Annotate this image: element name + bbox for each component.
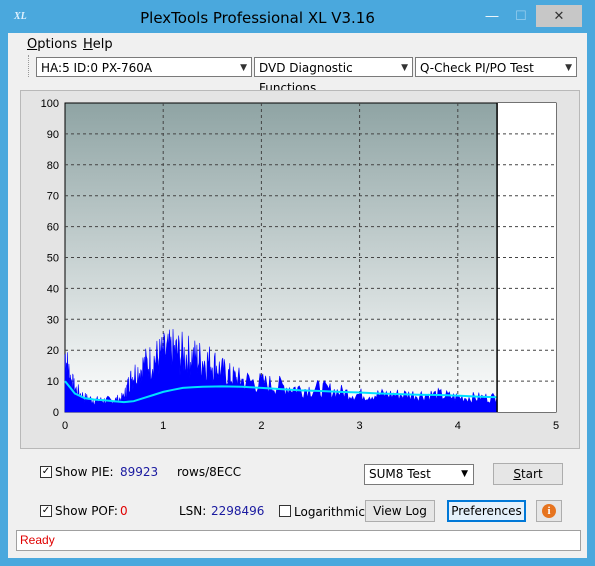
menu-help[interactable]: Help [83, 37, 113, 52]
pi-chart: 0 10 20 30 40 50 60 70 80 90 100 0 1 2 3 4 5 [41, 98, 559, 432]
menu-help-accel: H [83, 37, 93, 52]
logarithmic-checkbox[interactable] [279, 505, 291, 517]
menu-options[interactable]: Options [27, 37, 77, 52]
sum-mode-select[interactable]: SUM8 Test ▼ [364, 464, 474, 485]
x-tick-label: 4 [455, 420, 461, 432]
y-tick-label: 100 [41, 98, 59, 110]
chevron-down-icon: ▼ [461, 469, 468, 479]
title-bar[interactable]: XL PlexTools Professional XL V3.16 — ☐ ✕ [0, 0, 595, 34]
y-tick-label: 40 [47, 283, 59, 295]
x-tick-label: 0 [62, 420, 68, 432]
chevron-down-icon: ▼ [401, 63, 408, 73]
y-tick-label: 20 [47, 345, 59, 357]
x-tick-label: 5 [553, 420, 559, 432]
maximize-button[interactable]: ☐ [507, 5, 535, 27]
start-button-accel: S [513, 467, 521, 481]
x-tick-label: 3 [357, 420, 363, 432]
y-tick-label: 0 [53, 407, 59, 419]
pie-unit-label: rows/8ECC [177, 465, 242, 479]
y-tick-label: 10 [47, 376, 59, 388]
info-button[interactable]: i [536, 500, 562, 522]
show-pof-checkbox[interactable]: ✓ [40, 505, 52, 517]
lsn-value: 2298496 [211, 504, 265, 518]
app-window: XL PlexTools Professional XL V3.16 — ☐ ✕… [0, 0, 595, 566]
chevron-down-icon: ▼ [565, 63, 572, 73]
status-text: Ready [20, 533, 55, 547]
show-pie-label: Show PIE: [55, 465, 114, 479]
pof-value: 0 [120, 504, 128, 518]
minimize-button[interactable]: — [478, 5, 506, 27]
y-tick-label: 70 [47, 191, 59, 203]
x-tick-label: 2 [258, 420, 264, 432]
y-tick-label: 60 [47, 222, 59, 234]
test-select[interactable]: Q-Check PI/PO Test ▼ [415, 57, 577, 77]
chevron-down-icon: ▼ [240, 63, 247, 73]
y-tick-label: 30 [47, 314, 59, 326]
show-pie-checkbox[interactable]: ✓ [40, 466, 52, 478]
start-button-label: tart [520, 467, 543, 481]
window-title: PlexTools Professional XL V3.16 [140, 9, 375, 27]
show-pof-label: Show POF: [55, 504, 118, 518]
info-icon: i [542, 504, 556, 518]
menu-options-label: ptions [37, 37, 78, 52]
function-select[interactable]: DVD Diagnostic Functions ▼ [254, 57, 413, 95]
pie-value: 89923 [120, 465, 159, 479]
lsn-label: LSN: [179, 504, 207, 518]
drive-select-value: HA:5 ID:0 PX-760A [41, 61, 153, 75]
x-tick-label: 1 [160, 420, 166, 432]
menu-bar: Options Help [8, 33, 587, 55]
chart-panel: 0 10 20 30 40 50 60 70 80 90 100 0 1 2 3 4 5 [20, 90, 580, 449]
drive-select[interactable]: HA:5 ID:0 PX-760A ▼ [36, 57, 252, 77]
y-tick-label: 90 [47, 129, 59, 141]
sum-mode-value: SUM8 Test [369, 467, 431, 481]
menu-options-accel: O [27, 37, 38, 52]
logarithmic-label: Logarithmic [294, 505, 365, 519]
preferences-button[interactable]: Preferences [447, 500, 526, 522]
close-button[interactable]: ✕ [536, 5, 582, 27]
status-bar: Ready [16, 530, 581, 551]
test-select-value: Q-Check PI/PO Test [420, 61, 534, 75]
y-tick-label: 80 [47, 160, 59, 172]
view-log-button[interactable]: View Log [365, 500, 435, 522]
menu-help-label: elp [92, 37, 113, 52]
y-tick-label: 50 [47, 253, 59, 265]
main-client-area: Options Help HA:5 ID:0 PX-760A ▼ DVD Diag… [8, 33, 587, 558]
start-button[interactable]: Start [493, 463, 563, 485]
toolbar-grip[interactable] [28, 55, 31, 77]
